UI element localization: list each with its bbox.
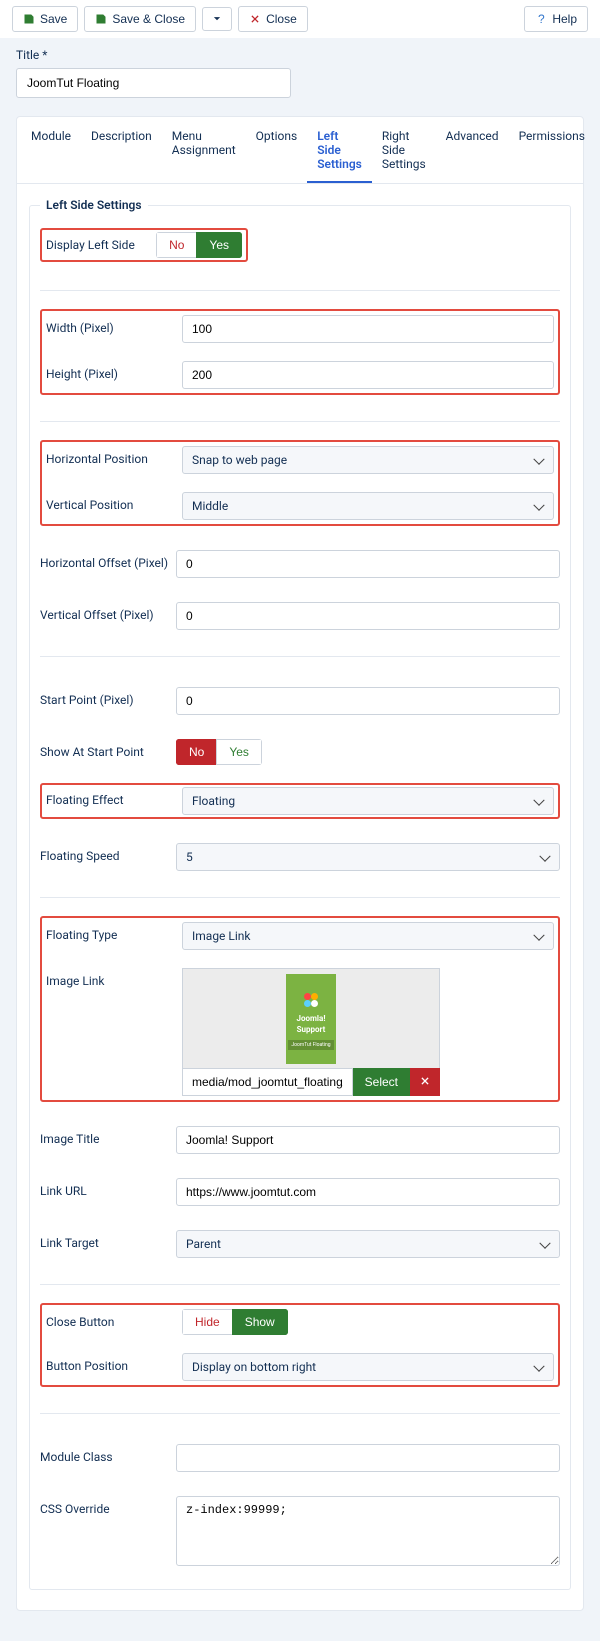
button-position-label: Button Position	[46, 1353, 182, 1373]
module-class-label: Module Class	[40, 1444, 176, 1464]
image-title-input[interactable]	[176, 1126, 560, 1154]
display-left-side-toggle[interactable]: No Yes	[156, 232, 242, 258]
close-icon	[249, 13, 261, 25]
vertical-offset-input[interactable]	[176, 602, 560, 630]
floating-effect-label: Floating Effect	[46, 787, 182, 807]
image-path-input[interactable]	[182, 1068, 353, 1096]
floating-type-label: Floating Type	[46, 922, 182, 942]
title-input[interactable]	[16, 68, 291, 98]
close-label: Close	[266, 12, 297, 26]
toggle-show[interactable]: Show	[232, 1309, 288, 1335]
tab-left-side-settings[interactable]: Left Side Settings	[307, 117, 372, 183]
save-close-label: Save & Close	[112, 12, 185, 26]
horizontal-position-label: Horizontal Position	[46, 446, 182, 466]
floating-speed-select[interactable]: 5	[176, 843, 560, 871]
chevron-down-icon	[211, 13, 223, 25]
close-button[interactable]: Close	[238, 6, 308, 32]
link-url-label: Link URL	[40, 1178, 176, 1198]
image-thumb: Joomla! Support JoomTut Floating	[286, 974, 336, 1064]
toggle-yes[interactable]: Yes	[196, 232, 242, 258]
toggle-no[interactable]: No	[176, 739, 217, 765]
link-target-label: Link Target	[40, 1230, 176, 1250]
vertical-position-select[interactable]: Middle	[182, 492, 554, 520]
floating-speed-label: Floating Speed	[40, 843, 176, 863]
vertical-offset-label: Vertical Offset (Pixel)	[40, 602, 176, 622]
display-left-side-label: Display Left Side	[46, 232, 156, 252]
image-select-button[interactable]: Select	[353, 1068, 410, 1096]
vertical-position-label: Vertical Position	[46, 492, 182, 512]
start-point-label: Start Point (Pixel)	[40, 687, 176, 707]
horizontal-offset-input[interactable]	[176, 550, 560, 578]
button-position-select[interactable]: Display on bottom right	[182, 1353, 554, 1381]
floating-type-select[interactable]: Image Link	[182, 922, 554, 950]
width-label: Width (Pixel)	[46, 315, 182, 335]
fieldset-legend: Left Side Settings	[40, 198, 148, 212]
horizontal-offset-label: Horizontal Offset (Pixel)	[40, 550, 176, 570]
css-override-textarea[interactable]	[176, 1496, 560, 1566]
tab-menu-assignment[interactable]: Menu Assignment	[162, 117, 246, 183]
close-button-label: Close Button	[46, 1309, 182, 1329]
save-button[interactable]: Save	[12, 6, 78, 32]
help-icon: ?	[535, 13, 547, 25]
toggle-hide[interactable]: Hide	[182, 1309, 233, 1335]
start-point-input[interactable]	[176, 687, 560, 715]
width-input[interactable]	[182, 315, 554, 343]
save-dropdown-button[interactable]	[202, 7, 232, 31]
height-input[interactable]	[182, 361, 554, 389]
link-url-input[interactable]	[176, 1178, 560, 1206]
image-preview: Joomla! Support JoomTut Floating	[182, 968, 440, 1068]
save-icon	[23, 13, 35, 25]
show-at-start-label: Show At Start Point	[40, 739, 176, 759]
module-class-input[interactable]	[176, 1444, 560, 1472]
tab-advanced[interactable]: Advanced	[436, 117, 509, 183]
tab-description[interactable]: Description	[81, 117, 162, 183]
toggle-yes[interactable]: Yes	[216, 739, 262, 765]
help-button[interactable]: ? Help	[524, 6, 588, 32]
horizontal-position-select[interactable]: Snap to web page	[182, 446, 554, 474]
link-target-select[interactable]: Parent	[176, 1230, 560, 1258]
image-clear-button[interactable]	[410, 1068, 440, 1096]
css-override-label: CSS Override	[40, 1496, 176, 1516]
close-icon	[420, 1075, 430, 1089]
tab-module[interactable]: Module	[21, 117, 81, 183]
tab-permissions[interactable]: Permissions	[509, 117, 595, 183]
close-button-toggle[interactable]: Hide Show	[182, 1309, 288, 1335]
help-label: Help	[552, 12, 577, 26]
title-label: Title *	[16, 48, 584, 62]
image-link-label: Image Link	[46, 968, 182, 988]
save-label: Save	[40, 12, 67, 26]
left-side-fieldset: Left Side Settings Display Left Side No …	[29, 198, 571, 1590]
save-icon	[95, 13, 107, 25]
tab-options[interactable]: Options	[246, 117, 308, 183]
height-label: Height (Pixel)	[46, 361, 182, 381]
floating-effect-select[interactable]: Floating	[182, 787, 554, 815]
toggle-no[interactable]: No	[156, 232, 197, 258]
save-close-button[interactable]: Save & Close	[84, 6, 196, 32]
show-at-start-toggle[interactable]: No Yes	[176, 739, 262, 765]
image-title-label: Image Title	[40, 1126, 176, 1146]
tab-right-side-settings[interactable]: Right Side Settings	[372, 117, 436, 183]
joomla-icon	[297, 988, 325, 1012]
